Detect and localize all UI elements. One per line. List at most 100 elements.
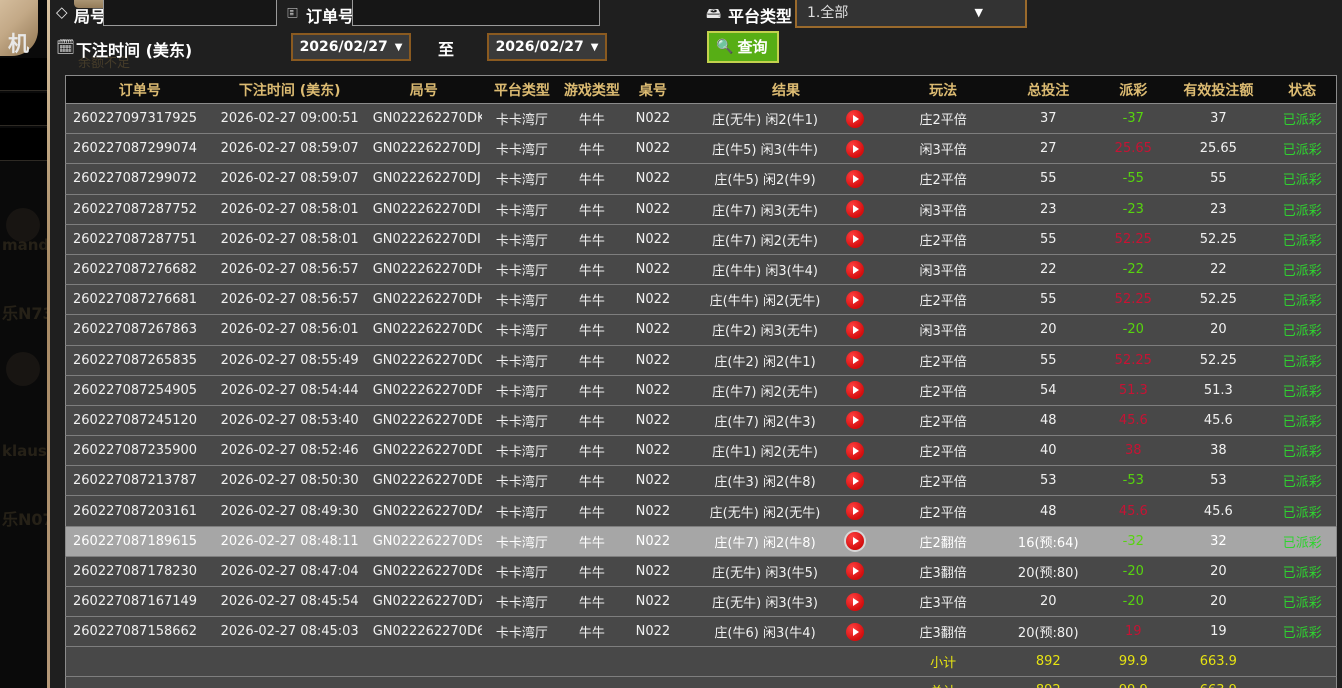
cell-total-bet: 20 [998, 587, 1098, 617]
column-header-3: 平台类型 [482, 76, 562, 104]
cell-status: 已派彩 [1268, 617, 1336, 647]
table-row[interactable]: 2602270872451202026-02-27 08:53:40GN0222… [66, 405, 1337, 435]
cell-order-number: 260227087203161 [66, 496, 214, 526]
cell-round-number: GN022262270DD [366, 436, 482, 466]
cell-valid-bet: 20 [1168, 315, 1268, 345]
cell-order-number: 260227087265835 [66, 345, 214, 375]
summary-blank [66, 676, 889, 688]
play-video-button[interactable] [846, 200, 864, 218]
cell-round-number: GN022262270DG [366, 345, 482, 375]
column-header-9: 派彩 [1098, 76, 1168, 104]
table-row[interactable]: 2602270872766822026-02-27 08:56:57GN0222… [66, 254, 1337, 284]
table-row[interactable]: 2602270872658352026-02-27 08:55:49GN0222… [66, 345, 1337, 375]
cell-payout: -37 [1098, 104, 1168, 134]
play-video-button[interactable] [846, 593, 864, 611]
play-video-button[interactable] [846, 261, 864, 279]
platform-server-icon: 🖴 [706, 3, 721, 28]
column-header-1: 下注时间 (美东) [214, 76, 366, 104]
cell-table-number: N022 [622, 315, 684, 345]
table-row[interactable]: 2602270872549052026-02-27 08:54:44GN0222… [66, 375, 1337, 405]
play-video-button[interactable] [846, 532, 864, 550]
table-row[interactable]: 2602270872877512026-02-27 08:58:01GN0222… [66, 224, 1337, 254]
cell-table-number: N022 [622, 587, 684, 617]
column-header-8: 总投注 [998, 76, 1098, 104]
cell-game-type: 牛牛 [562, 315, 622, 345]
play-video-button[interactable] [846, 170, 864, 188]
cell-play-type: 庄2平倍 [888, 224, 998, 254]
cell-order-number: 260227087299074 [66, 134, 214, 164]
cell-result: 庄(牛7) 闲2(牛8) [684, 526, 888, 556]
column-header-2: 局号 [366, 76, 482, 104]
table-row[interactable]: 2602270872990722026-02-27 08:59:07GN0222… [66, 164, 1337, 194]
cell-platform: 卡卡湾厅 [482, 436, 562, 466]
cell-platform: 卡卡湾厅 [482, 617, 562, 647]
cell-game-type: 牛牛 [562, 556, 622, 586]
table-row[interactable]: 2602270973179252026-02-27 09:00:51GN0222… [66, 104, 1337, 134]
cell-play-type: 闲3平倍 [888, 254, 998, 284]
table-row[interactable]: 2602270871782302026-02-27 08:47:04GN0222… [66, 556, 1337, 586]
table-row[interactable]: 2602270872766812026-02-27 08:56:57GN0222… [66, 285, 1337, 315]
play-video-button[interactable] [846, 381, 864, 399]
play-video-button[interactable] [846, 562, 864, 580]
play-video-button[interactable] [846, 110, 864, 128]
cell-payout: -20 [1098, 556, 1168, 586]
table-row[interactable]: 2602270872990742026-02-27 08:59:07GN0222… [66, 134, 1337, 164]
table-row[interactable]: 2602270872031612026-02-27 08:49:30GN0222… [66, 496, 1337, 526]
result-wrap: 庄(牛2) 闲2(牛1) [684, 346, 888, 375]
cell-total-bet: 20 [998, 315, 1098, 345]
cell-play-type: 庄2平倍 [888, 466, 998, 496]
play-video-button[interactable] [846, 411, 864, 429]
cell-round-number: GN022262270DB [366, 466, 482, 496]
result-text: 庄(牛5) 闲3(牛牛) [684, 139, 846, 158]
table-row[interactable]: 2602270871586622026-02-27 08:45:03GN0222… [66, 617, 1337, 647]
search-icon: 🔍 [716, 38, 733, 55]
cell-round-number: GN022262270DJ [366, 164, 482, 194]
result-text: 庄(牛1) 闲2(无牛) [684, 441, 846, 460]
cell-status: 已派彩 [1268, 164, 1336, 194]
cell-result: 庄(牛7) 闲2(无牛) [684, 375, 888, 405]
play-video-button[interactable] [846, 140, 864, 158]
play-video-button[interactable] [846, 442, 864, 460]
cell-game-type: 牛牛 [562, 254, 622, 284]
cell-bet-time: 2026-02-27 08:52:46 [214, 436, 366, 466]
search-button[interactable]: 🔍查询 [707, 31, 779, 63]
play-video-button[interactable] [846, 472, 864, 490]
table-row[interactable]: 2602270871671492026-02-27 08:45:54GN0222… [66, 587, 1337, 617]
platform-type-select[interactable]: 1.全部 ▼ [795, 0, 1027, 28]
table-row[interactable]: 2602270871896152026-02-27 08:48:11GN0222… [66, 526, 1337, 556]
summary-payout: 99.9 [1098, 647, 1168, 676]
table-row[interactable]: 2602270872678632026-02-27 08:56:01GN0222… [66, 315, 1337, 345]
result-text: 庄(牛牛) 闲3(牛4) [684, 260, 846, 279]
date-to-button[interactable]: 2026/02/27▼ [487, 33, 607, 61]
cell-table-number: N022 [622, 617, 684, 647]
play-video-button[interactable] [846, 321, 864, 339]
play-video-button[interactable] [846, 623, 864, 641]
round-number-input[interactable] [103, 0, 277, 26]
cell-status: 已派彩 [1268, 315, 1336, 345]
table-row[interactable]: 2602270872137872026-02-27 08:50:30GN0222… [66, 466, 1337, 496]
cell-total-bet: 48 [998, 496, 1098, 526]
cell-status: 已派彩 [1268, 526, 1336, 556]
play-video-button[interactable] [846, 230, 864, 248]
cell-game-type: 牛牛 [562, 345, 622, 375]
order-number-input[interactable] [352, 0, 600, 26]
cell-result: 庄(无牛) 闲3(牛5) [684, 556, 888, 586]
cell-game-type: 牛牛 [562, 526, 622, 556]
cell-game-type: 牛牛 [562, 164, 622, 194]
play-video-button[interactable] [846, 351, 864, 369]
cell-payout: 25.65 [1098, 134, 1168, 164]
cell-round-number: GN022262270DH [366, 254, 482, 284]
cell-bet-time: 2026-02-27 08:58:01 [214, 194, 366, 224]
table-row[interactable]: 2602270872359002026-02-27 08:52:46GN0222… [66, 436, 1337, 466]
cell-total-bet: 16(预:64) [998, 526, 1098, 556]
play-video-button[interactable] [846, 291, 864, 309]
date-from-button[interactable]: 2026/02/27▼ [291, 33, 411, 61]
table-row[interactable]: 2602270872877522026-02-27 08:58:01GN0222… [66, 194, 1337, 224]
result-text: 庄(牛2) 闲3(无牛) [684, 320, 846, 339]
cell-status: 已派彩 [1268, 466, 1336, 496]
background-strip: 机 manda 乐N73 klaus 乐N07 [0, 0, 48, 688]
cell-play-type: 庄3翻倍 [888, 556, 998, 586]
total-row: 总计89299.9663.9 [66, 676, 1337, 688]
play-video-button[interactable] [846, 502, 864, 520]
cell-valid-bet: 37 [1168, 104, 1268, 134]
